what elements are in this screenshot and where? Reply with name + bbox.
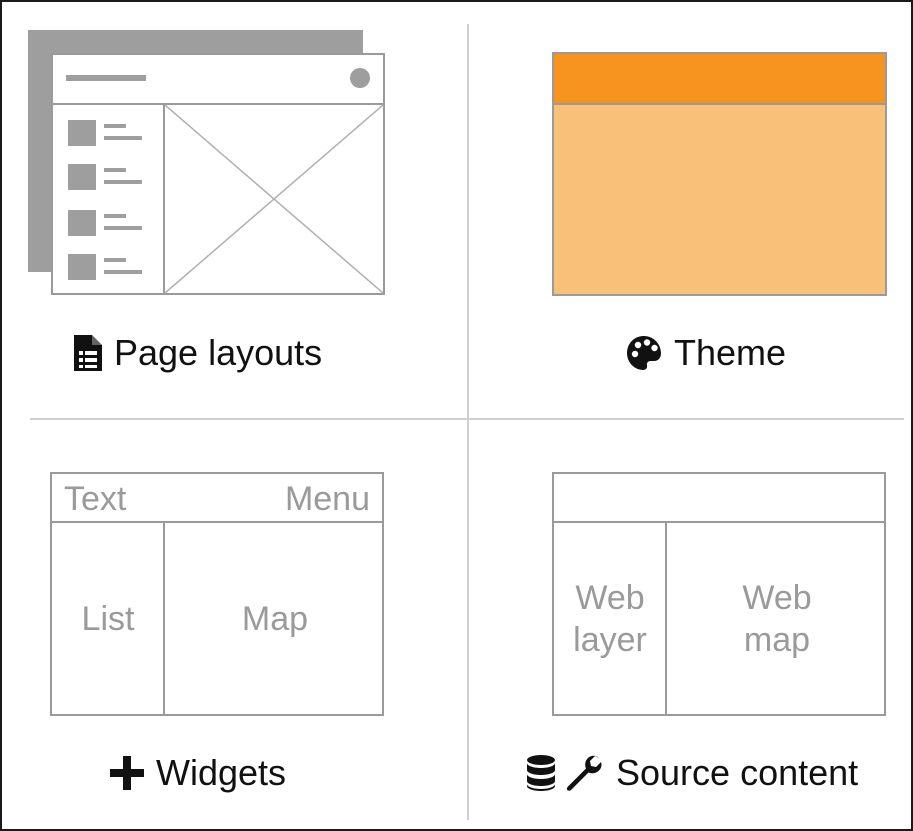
- theme-header: [554, 54, 885, 104]
- widget-map-label: Map: [241, 599, 309, 638]
- page-frame: [51, 53, 385, 295]
- file-document-icon: [74, 335, 102, 371]
- vertical-divider: [467, 24, 469, 820]
- title-bar-line: [66, 75, 146, 81]
- widget-text-label: Text: [64, 479, 127, 518]
- theme-swatch: [552, 52, 887, 296]
- palette-icon: [626, 335, 662, 371]
- diagram-canvas: Page layouts Theme Text Menu List Map Wi…: [0, 0, 913, 831]
- widget-list-label: List: [81, 599, 135, 638]
- web-layer-label: Web layer: [573, 578, 647, 660]
- header-dot: [350, 68, 370, 88]
- widgets-label: Widgets: [156, 752, 287, 793]
- page-layouts-caption: Page layouts: [74, 332, 322, 374]
- source-content-caption: Source content: [526, 752, 858, 794]
- wrench-icon: [566, 755, 602, 791]
- theme-caption: Theme: [626, 332, 786, 374]
- theme-label: Theme: [674, 332, 787, 373]
- database-icon: [526, 755, 556, 791]
- widgets-caption: Widgets: [110, 752, 286, 794]
- web-map-label: Web map: [742, 578, 812, 660]
- source-content-label: Source content: [616, 752, 859, 793]
- horizontal-divider: [30, 418, 904, 420]
- plus-icon: [110, 756, 144, 790]
- page-layouts-label: Page layouts: [114, 332, 323, 373]
- widget-menu-label: Menu: [284, 479, 370, 518]
- page-layouts-wireframe: [28, 30, 385, 295]
